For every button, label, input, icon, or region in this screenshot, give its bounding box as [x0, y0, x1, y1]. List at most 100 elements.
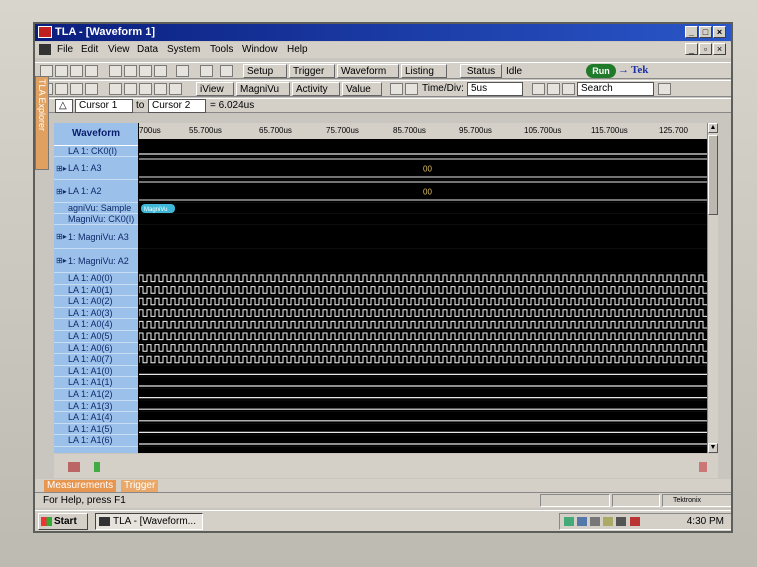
channel-label[interactable]: LA 1: A0(6) — [54, 343, 138, 355]
network-icon[interactable] — [564, 517, 574, 526]
system-icon[interactable] — [109, 65, 122, 77]
cursor1-select[interactable]: Cursor 1 — [75, 99, 133, 113]
pointer-icon[interactable] — [220, 65, 233, 77]
zoom-out-icon[interactable] — [405, 83, 418, 95]
monitor-icon[interactable] — [577, 517, 587, 526]
menu-edit[interactable]: Edit — [81, 44, 98, 55]
maximize-icon[interactable]: □ — [699, 26, 712, 38]
menu-help[interactable]: Help — [287, 44, 308, 55]
channel-label[interactable]: LA 1: A0(4) — [54, 319, 138, 331]
timediv-select[interactable]: 5us — [467, 82, 523, 96]
channel-label[interactable]: ⊞▸ 1: MagniVu: A3 — [54, 225, 138, 249]
channel-label[interactable]: LA 1: A1(2) — [54, 389, 138, 401]
channel-label[interactable]: LA 1: A0(1) — [54, 285, 138, 297]
channel-label[interactable]: LA 1: A0(0) — [54, 273, 138, 285]
ungroup-icon[interactable] — [85, 83, 98, 95]
trigger-button[interactable]: Trigger — [289, 64, 335, 78]
display-icon[interactable] — [154, 65, 167, 77]
channel-label[interactable]: ⊞▸ 1: MagniVu: A2 — [54, 249, 138, 273]
waveform-traces[interactable]: 00 00 MagniVu — [139, 146, 707, 453]
print-icon[interactable] — [70, 65, 83, 77]
search-options-icon[interactable] — [547, 83, 560, 95]
cursor2-select[interactable]: Cursor 2 — [148, 99, 206, 113]
waveform-button[interactable]: Waveform — [337, 64, 399, 78]
scroll-down-icon[interactable]: ▼ — [708, 443, 718, 453]
close-icon[interactable]: × — [713, 26, 726, 38]
trace-clock — [139, 355, 707, 366]
group-icon[interactable] — [70, 83, 83, 95]
channel-label[interactable]: ⊞▸ LA 1: A2 — [54, 180, 138, 203]
channel-name: LA 1: A0(0) — [68, 273, 113, 283]
channel-label[interactable]: LA 1: A0(3) — [54, 308, 138, 320]
color-icon[interactable] — [169, 83, 182, 95]
iview-button[interactable]: iView — [196, 82, 234, 96]
speaker-icon[interactable] — [603, 517, 613, 526]
tab-trigger[interactable]: Trigger — [121, 480, 159, 492]
menu-window[interactable]: Window — [242, 44, 278, 55]
expand-group-icon[interactable]: ⊞▸ — [56, 157, 67, 179]
status-button[interactable]: Status — [460, 64, 502, 78]
channel-label[interactable]: LA 1: A1(5) — [54, 424, 138, 436]
menu-view[interactable]: View — [108, 44, 130, 55]
print-preview-icon[interactable] — [85, 65, 98, 77]
timescale: 700us 55.700us 65.700us 75.700us 85.700u… — [139, 123, 717, 139]
menu-file[interactable]: File — [57, 44, 73, 55]
activity-button[interactable]: Activity — [292, 82, 340, 96]
channel-label[interactable]: LA 1: A1(6) — [54, 435, 138, 447]
channel-label[interactable]: MagniVu: CK0(I) — [54, 214, 138, 225]
start-button[interactable]: Start — [38, 513, 88, 530]
search-back-icon[interactable] — [532, 83, 545, 95]
channel-label[interactable]: ⊞▸ LA 1: A3 — [54, 157, 138, 180]
channel-label[interactable]: LA 1: A0(7) — [54, 354, 138, 366]
device-icon[interactable] — [590, 517, 600, 526]
tek-tray-icon[interactable] — [630, 517, 640, 526]
vertical-scrollbar[interactable]: ▲ ▼ — [707, 123, 718, 453]
edit-icon[interactable] — [176, 65, 189, 77]
delete-waveform-icon[interactable] — [55, 83, 68, 95]
menu-system[interactable]: System — [167, 44, 200, 55]
zoom-in-icon[interactable] — [390, 83, 403, 95]
doc-close-icon[interactable]: × — [713, 43, 726, 55]
expand-group-icon[interactable]: ⊞▸ — [56, 249, 67, 272]
taskbar-item-tla[interactable]: TLA - [Waveform... — [95, 513, 203, 530]
expand-group-icon[interactable]: ⊞▸ — [56, 180, 67, 202]
doc-restore-icon[interactable]: ▫ — [699, 43, 712, 55]
cursor-mode-select[interactable]: △ — [55, 99, 73, 113]
magnivu-button[interactable]: MagniVu — [236, 82, 290, 96]
search-select[interactable]: Search — [577, 82, 654, 96]
module-icon[interactable] — [139, 65, 152, 77]
setup-button[interactable]: Setup — [243, 64, 287, 78]
channel-label[interactable]: LA 1: A1(4) — [54, 412, 138, 424]
channel-label[interactable]: agniVu: Sample — [54, 203, 138, 214]
tab-measurements[interactable]: Measurements — [44, 480, 117, 492]
minimize-icon[interactable]: _ — [685, 26, 698, 38]
help-icon[interactable] — [200, 65, 213, 77]
channel-label[interactable]: LA 1: A1(1) — [54, 377, 138, 389]
cut-icon[interactable] — [109, 83, 122, 95]
menu-data[interactable]: Data — [137, 44, 158, 55]
printer-icon[interactable] — [616, 517, 626, 526]
channel-label[interactable]: LA 1: CK0(I) — [54, 146, 138, 157]
properties-icon[interactable] — [154, 83, 167, 95]
probe-icon[interactable] — [124, 65, 137, 77]
channel-label[interactable]: LA 1: A0(2) — [54, 296, 138, 308]
listing-button[interactable]: Listing — [401, 64, 447, 78]
paste-icon[interactable] — [139, 83, 152, 95]
time-tick: 65.700us — [259, 126, 292, 135]
save-icon[interactable] — [55, 65, 68, 77]
scroll-thumb[interactable] — [708, 135, 718, 215]
tla-app-icon — [99, 517, 110, 526]
channel-label[interactable]: LA 1: A1(3) — [54, 401, 138, 413]
value-button[interactable]: Value — [342, 82, 382, 96]
copy-icon[interactable] — [124, 83, 137, 95]
search-go-icon[interactable] — [658, 83, 671, 95]
menu-tools[interactable]: Tools — [210, 44, 233, 55]
channel-label[interactable]: LA 1: A1(0) — [54, 366, 138, 378]
channel-label[interactable]: LA 1: A0(5) — [54, 331, 138, 343]
search-forward-icon[interactable] — [562, 83, 575, 95]
tla-explorer-tab[interactable]: TLA Explorer — [35, 76, 49, 170]
scroll-up-icon[interactable]: ▲ — [708, 123, 718, 133]
doc-minimize-icon[interactable]: _ — [685, 43, 698, 55]
run-button[interactable]: Run — [586, 64, 616, 78]
expand-group-icon[interactable]: ⊞▸ — [56, 225, 67, 248]
